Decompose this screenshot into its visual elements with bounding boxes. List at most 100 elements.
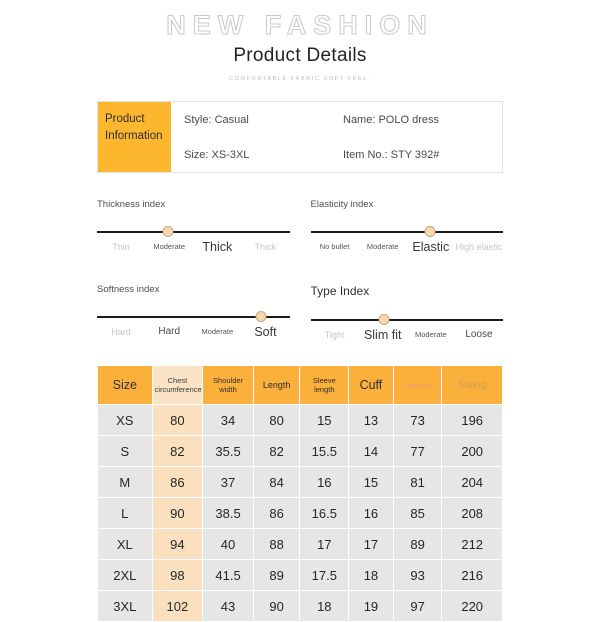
slider-label-active: Slim fit: [363, 328, 402, 342]
table-cell: 13: [349, 405, 393, 435]
table-cell: 15: [349, 467, 393, 497]
table-cell-size: XL: [98, 529, 152, 559]
product-item-no: Item No.: STY 392#: [343, 148, 440, 161]
table-row: 3XL 102 43 90 18 19 97 220: [98, 591, 502, 621]
table-cell: 77: [393, 436, 442, 466]
index-title: Elasticity index: [310, 199, 374, 210]
table-column-header: Cuff: [349, 366, 393, 404]
table-cell: 98: [152, 560, 203, 590]
table-cell: 89: [393, 529, 442, 559]
index-title: Softness index: [97, 284, 160, 295]
table-cell: 16: [300, 467, 349, 497]
table-cell: 81: [393, 467, 442, 497]
product-style: Style: Casual: [184, 113, 249, 126]
table-cell: 93: [393, 560, 442, 590]
slider-knob[interactable]: [162, 226, 174, 237]
table-header-row: Size Chest circumference Shoulder width Len…: [98, 366, 502, 404]
table-cell: 82: [152, 436, 203, 466]
table-column-header: Swing: [442, 366, 502, 404]
table-cell: 88: [253, 529, 300, 559]
table-cell-size: S: [98, 436, 152, 466]
table-row: S 82 35.5 82 15.5 14 77 200: [98, 436, 502, 466]
index-title: Type Index: [310, 284, 370, 298]
slider-label: Moderate: [153, 242, 186, 251]
table-cell: 43: [203, 591, 253, 621]
table-cell: 212: [442, 529, 502, 559]
table-cell: 40: [203, 529, 253, 559]
slider-label-active: Elastic: [412, 240, 450, 254]
table-cell: 220: [442, 591, 502, 621]
table-cell: 82: [253, 436, 300, 466]
table-column-header: Sleeve length: [300, 366, 349, 404]
slider-label: Moderate: [201, 327, 234, 336]
table-cell: 216: [442, 560, 502, 590]
table-row: 2XL 98 41.5 89 17.5 18 93 216: [98, 560, 502, 590]
table-row: M 86 37 84 16 15 81 204: [98, 467, 502, 497]
table-cell: 204: [442, 467, 502, 497]
table-cell-size: XS: [98, 405, 152, 435]
product-size: Size: XS-3XL: [184, 148, 250, 161]
table-cell: 90: [253, 591, 300, 621]
product-information-box: Product Information Style: Casual Name: …: [97, 101, 503, 173]
table-cell: 208: [442, 498, 502, 528]
slider-track: [97, 231, 290, 233]
table-cell: 16.5: [300, 498, 349, 528]
page-title: Product Details: [233, 45, 367, 66]
table-cell: 89: [253, 560, 300, 590]
slider-label: Hard: [158, 326, 181, 337]
table-cell: 17: [300, 529, 349, 559]
table-cell-size: L: [98, 498, 152, 528]
slider-label: Moderate: [366, 242, 399, 251]
slider-label: High elastic: [455, 242, 503, 252]
table-cell: 86: [253, 498, 300, 528]
table-cell: 15.5: [300, 436, 349, 466]
table-cell: 97: [393, 591, 442, 621]
slider-label-active: Thick: [202, 240, 233, 254]
table-cell-size: M: [98, 467, 152, 497]
table-cell: 41.5: [203, 560, 253, 590]
table-row: XS 80 34 80 15 13 73 196: [98, 405, 502, 435]
table-cell: 80: [253, 405, 300, 435]
table-cell: 85: [393, 498, 442, 528]
index-title: Thickness index: [97, 199, 166, 210]
table-column-header: Shoulder width: [203, 366, 253, 404]
slider-label: Thick: [254, 242, 277, 252]
table-cell: 19: [349, 591, 393, 621]
slider-knob[interactable]: [424, 226, 436, 237]
table-cell: 84: [253, 467, 300, 497]
thickness-slider[interactable]: [97, 226, 290, 238]
slider-track: [310, 319, 503, 321]
table-cell: 200: [442, 436, 502, 466]
table-cell: 37: [203, 467, 253, 497]
slider-knob[interactable]: [255, 311, 267, 322]
page-subtitle: COMFORTABLE FABRIC SOFT FEEL.: [228, 76, 372, 82]
index-row-top: Thickness index Thin Moderate Thick Thic…: [97, 199, 504, 254]
table-column-header: Waistline: [393, 366, 442, 404]
table-header: Size Chest circumference Shoulder width Len…: [98, 366, 502, 404]
table-cell: 38.5: [203, 498, 253, 528]
table-cell: 17: [349, 529, 393, 559]
table-cell: 102: [152, 591, 203, 621]
elasticity-slider[interactable]: [310, 226, 503, 238]
table-column-header: Length: [253, 366, 300, 404]
table-cell: 15: [300, 405, 349, 435]
table-cell: 90: [152, 498, 203, 528]
type-slider[interactable]: [310, 314, 503, 326]
slider-label: No bullet: [319, 242, 350, 251]
table-column-header: Size: [98, 366, 152, 404]
index-sliders: Thickness index Thin Moderate Thick Thic…: [97, 199, 504, 342]
slider-label-active: Soft: [254, 325, 277, 339]
slider-knob[interactable]: [378, 314, 390, 325]
table-cell: 80: [152, 405, 203, 435]
table-cell: 18: [349, 560, 393, 590]
table-cell-size: 3XL: [98, 591, 152, 621]
table-column-header: Chest circumference: [152, 366, 203, 404]
slider-labels: No bullet Moderate Elastic High elastic: [311, 240, 504, 254]
size-chart-table: Size Chest circumference Shoulder width Len…: [97, 365, 503, 622]
product-name: Name: POLO dress: [343, 113, 439, 126]
slider-track: [310, 231, 503, 233]
table-cell: 16: [349, 498, 393, 528]
softness-slider[interactable]: [97, 311, 290, 323]
table-cell-size: 2XL: [98, 560, 152, 590]
index-elasticity: Elasticity index No bullet Moderate Elas…: [310, 199, 504, 254]
